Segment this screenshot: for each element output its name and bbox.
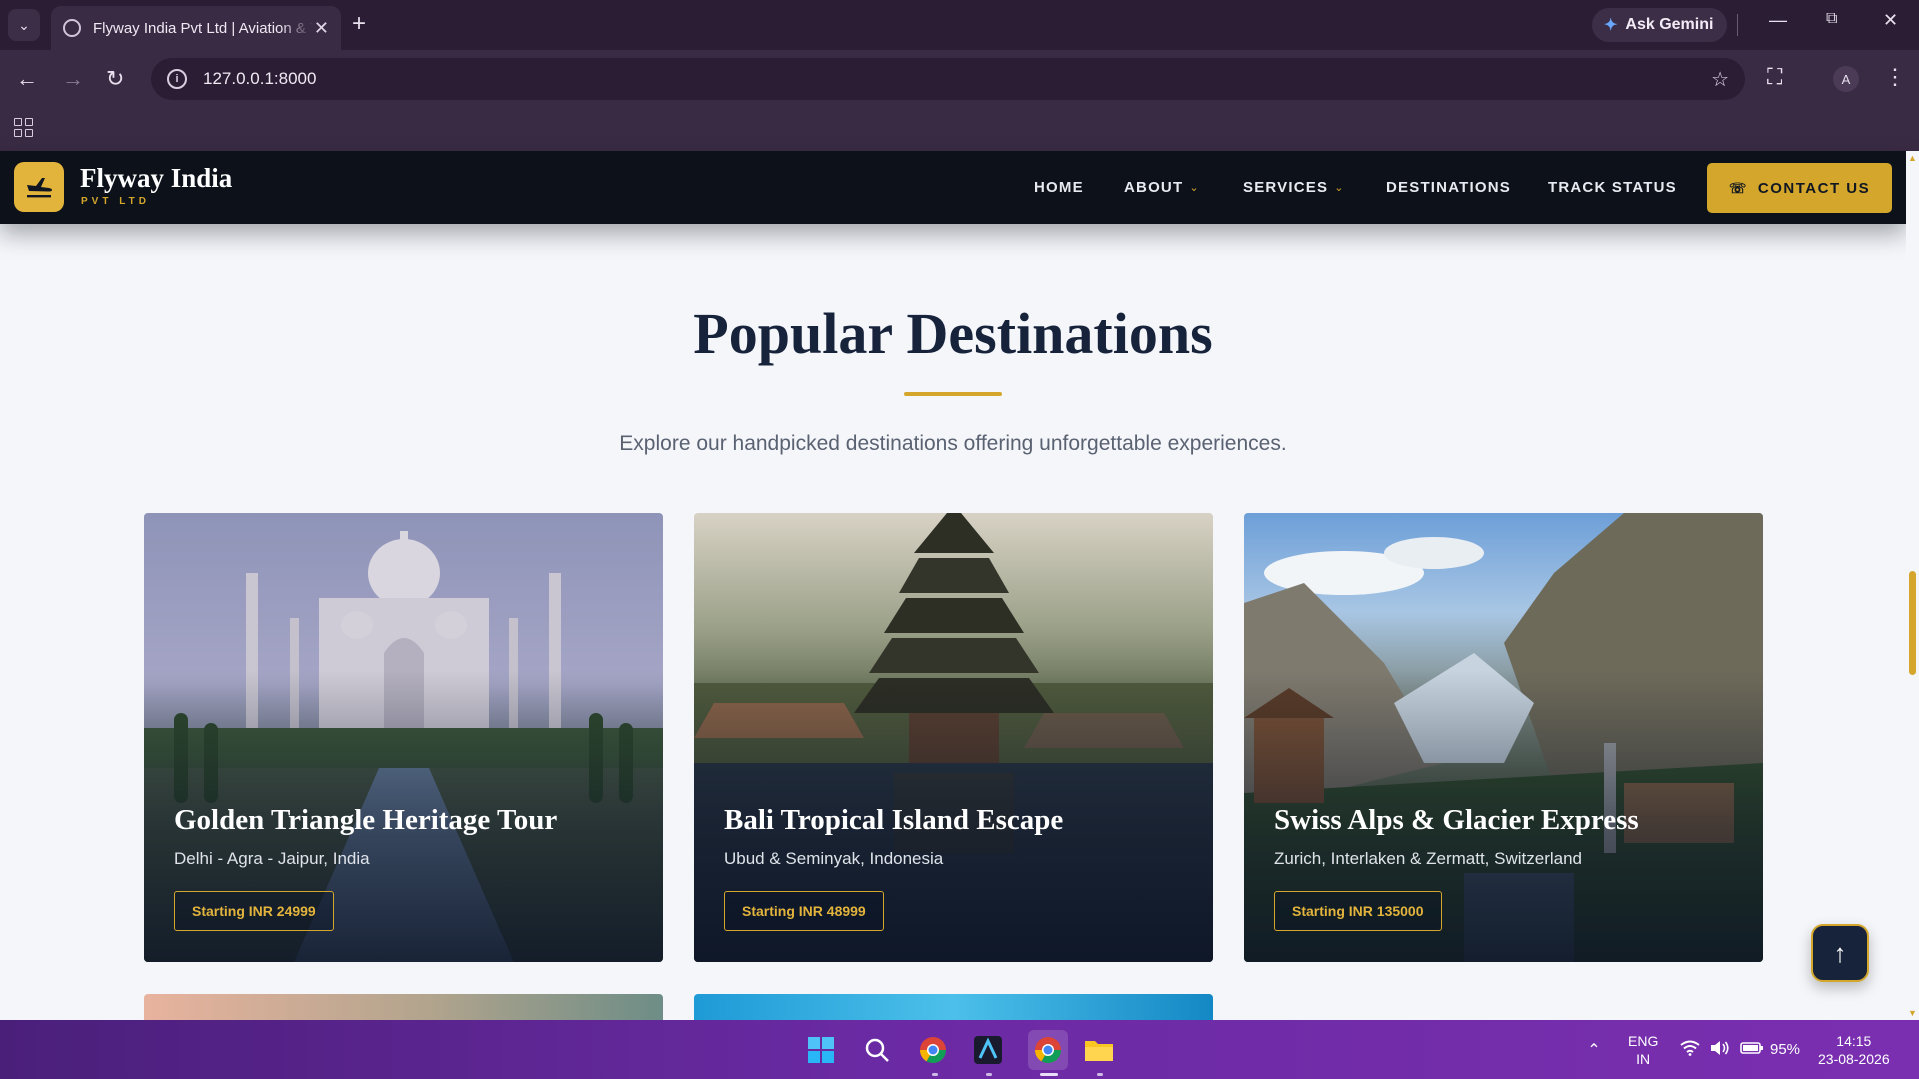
windows-start-icon[interactable] xyxy=(805,1034,837,1066)
tray-chevron-up-icon[interactable]: ⌃ xyxy=(1578,1034,1610,1066)
extensions-puzzle-icon[interactable]: ⛶ xyxy=(1767,64,1782,90)
page-scrollbar[interactable]: ▲ ▼ xyxy=(1906,151,1919,1020)
reload-icon[interactable]: ↻ xyxy=(106,64,124,94)
taskbar-running-indicator xyxy=(932,1073,938,1076)
forward-arrow-icon[interactable]: → xyxy=(62,64,84,94)
taskbar-running-indicator xyxy=(1097,1073,1103,1076)
bookmarks-bar xyxy=(0,108,1919,151)
nav-destinations[interactable]: DESTINATIONS xyxy=(1386,151,1511,224)
section-subtitle: Explore our handpicked destinations offe… xyxy=(619,432,1287,455)
tab-search-chevron-icon[interactable]: ⌄ xyxy=(8,9,40,41)
nav-services-label: SERVICES xyxy=(1243,179,1329,196)
brand-subtitle: PVT LTD xyxy=(81,196,150,207)
chevron-down-icon: ⌄ xyxy=(1189,182,1199,194)
nav-about-label: ABOUT xyxy=(1124,179,1184,196)
new-tab-plus-icon[interactable]: + xyxy=(352,12,366,36)
restore-icon[interactable]: ⧉ xyxy=(1826,10,1837,28)
ask-gemini-label: Ask Gemini xyxy=(1625,16,1714,33)
search-icon[interactable] xyxy=(861,1034,893,1066)
destination-card-bali[interactable]: Bali Tropical Island Escape Ubud & Semin… xyxy=(694,513,1213,962)
battery-percent: 95% xyxy=(1770,1041,1801,1058)
clock[interactable]: 14:15 23-08-2026 xyxy=(1818,1032,1890,1068)
close-window-icon[interactable]: ✕ xyxy=(1883,10,1898,31)
scroll-up-arrow-icon[interactable]: ▲ xyxy=(1908,153,1917,163)
browser-tab[interactable]: Flyway India Pvt Ltd | Aviation & Travel… xyxy=(51,6,341,50)
scrollbar-thumb[interactable] xyxy=(1909,571,1916,675)
ask-gemini-button[interactable]: ✦ Ask Gemini xyxy=(1592,8,1728,42)
brand-name[interactable]: Flyway India xyxy=(80,163,232,194)
destination-card-partial[interactable] xyxy=(694,994,1213,1020)
browser-menu-icon[interactable]: ⋮ xyxy=(1884,64,1906,90)
profile-avatar[interactable]: A xyxy=(1833,66,1859,92)
tab-title: Flyway India Pvt Ltd | Aviation & Travel xyxy=(93,19,313,37)
nav-destinations-label: DESTINATIONS xyxy=(1386,179,1511,196)
browser-toolbar: ← → ↻ i 127.0.0.1:8000 ☆ ⛶ A ⋮ xyxy=(0,50,1919,108)
volume-icon xyxy=(1710,1040,1730,1060)
destination-card-golden-triangle[interactable]: Golden Triangle Heritage Tour Delhi - Ag… xyxy=(144,513,663,962)
url-text[interactable]: 127.0.0.1:8000 xyxy=(203,69,316,89)
system-tray[interactable]: 95% xyxy=(1680,1020,1800,1079)
destination-card-swiss-alps[interactable]: Swiss Alps & Glacier Express Zurich, Int… xyxy=(1244,513,1763,962)
minimize-icon[interactable]: — xyxy=(1769,10,1787,31)
scroll-down-arrow-icon[interactable]: ▼ xyxy=(1908,1008,1917,1018)
clock-date: 23-08-2026 xyxy=(1818,1051,1890,1067)
card-title: Bali Tropical Island Escape xyxy=(724,804,1064,836)
globe-icon xyxy=(63,19,81,37)
battery-icon xyxy=(1740,1041,1764,1059)
card-title: Swiss Alps & Glacier Express xyxy=(1274,804,1639,836)
back-to-top-button[interactable]: ↑ xyxy=(1811,924,1869,982)
gemini-spark-icon: ✦ xyxy=(1604,17,1618,34)
file-explorer-icon[interactable] xyxy=(1083,1034,1115,1066)
apps-grid-icon[interactable] xyxy=(14,118,33,137)
chrome-icon[interactable] xyxy=(917,1034,949,1066)
contact-us-button[interactable]: ☏ CONTACT US xyxy=(1707,163,1892,213)
taskbar-running-indicator xyxy=(986,1073,992,1076)
app-a-icon[interactable] xyxy=(972,1034,1004,1066)
card-price-badge[interactable]: Starting INR 48999 xyxy=(724,891,884,931)
back-arrow-icon[interactable]: ← xyxy=(16,64,38,94)
card-location: Delhi - Agra - Jaipur, India xyxy=(174,849,370,868)
bookmark-star-icon[interactable]: ☆ xyxy=(1711,67,1729,92)
title-underline xyxy=(904,392,1002,396)
contact-us-label: CONTACT US xyxy=(1757,179,1871,197)
card-price-badge[interactable]: Starting INR 24999 xyxy=(174,891,334,931)
destination-card-partial[interactable] xyxy=(144,994,663,1020)
card-location: Zurich, Interlaken & Zermatt, Switzerlan… xyxy=(1274,849,1583,868)
nav-track-status-label: TRACK STATUS xyxy=(1548,179,1677,196)
headset-icon: ☏ xyxy=(1728,179,1748,196)
taskbar-active-indicator xyxy=(1040,1073,1058,1076)
nav-track-status[interactable]: TRACK STATUS xyxy=(1548,151,1677,224)
card-title: Golden Triangle Heritage Tour xyxy=(174,804,558,836)
site-header: Flyway India PVT LTD HOME ABOUT ⌄ SERVIC… xyxy=(0,151,1906,224)
nav-about[interactable]: ABOUT ⌄ xyxy=(1124,151,1199,224)
chrome-active-icon[interactable] xyxy=(1028,1030,1068,1070)
region-code: IN xyxy=(1636,1051,1651,1067)
nav-home[interactable]: HOME xyxy=(1034,151,1084,224)
wifi-icon xyxy=(1680,1040,1700,1060)
windows-taskbar: ⌃ ENG IN 95% 14:15 23-08-2026 xyxy=(0,1020,1919,1079)
card-price-badge[interactable]: Starting INR 135000 xyxy=(1274,891,1442,931)
language-indicator[interactable]: ENG IN xyxy=(1628,1032,1658,1068)
close-tab-icon[interactable]: ✕ xyxy=(314,18,329,39)
browser-tab-strip: ⌄ Flyway India Pvt Ltd | Aviation & Trav… xyxy=(0,0,1919,50)
nav-services[interactable]: SERVICES ⌄ xyxy=(1243,151,1343,224)
clock-time: 14:15 xyxy=(1836,1033,1872,1049)
address-bar[interactable]: i 127.0.0.1:8000 ☆ xyxy=(151,58,1745,100)
section-title: Popular Destinations xyxy=(693,301,1213,366)
chevron-down-icon: ⌄ xyxy=(1334,182,1344,194)
language-code: ENG xyxy=(1628,1033,1659,1049)
nav-home-label: HOME xyxy=(1034,179,1084,196)
site-info-icon[interactable]: i xyxy=(167,69,187,89)
card-location: Ubud & Seminyak, Indonesia xyxy=(724,849,944,868)
profile-initial: A xyxy=(1841,71,1851,87)
tab-strip-divider xyxy=(1737,14,1738,36)
plane-logo-icon[interactable] xyxy=(14,162,64,212)
